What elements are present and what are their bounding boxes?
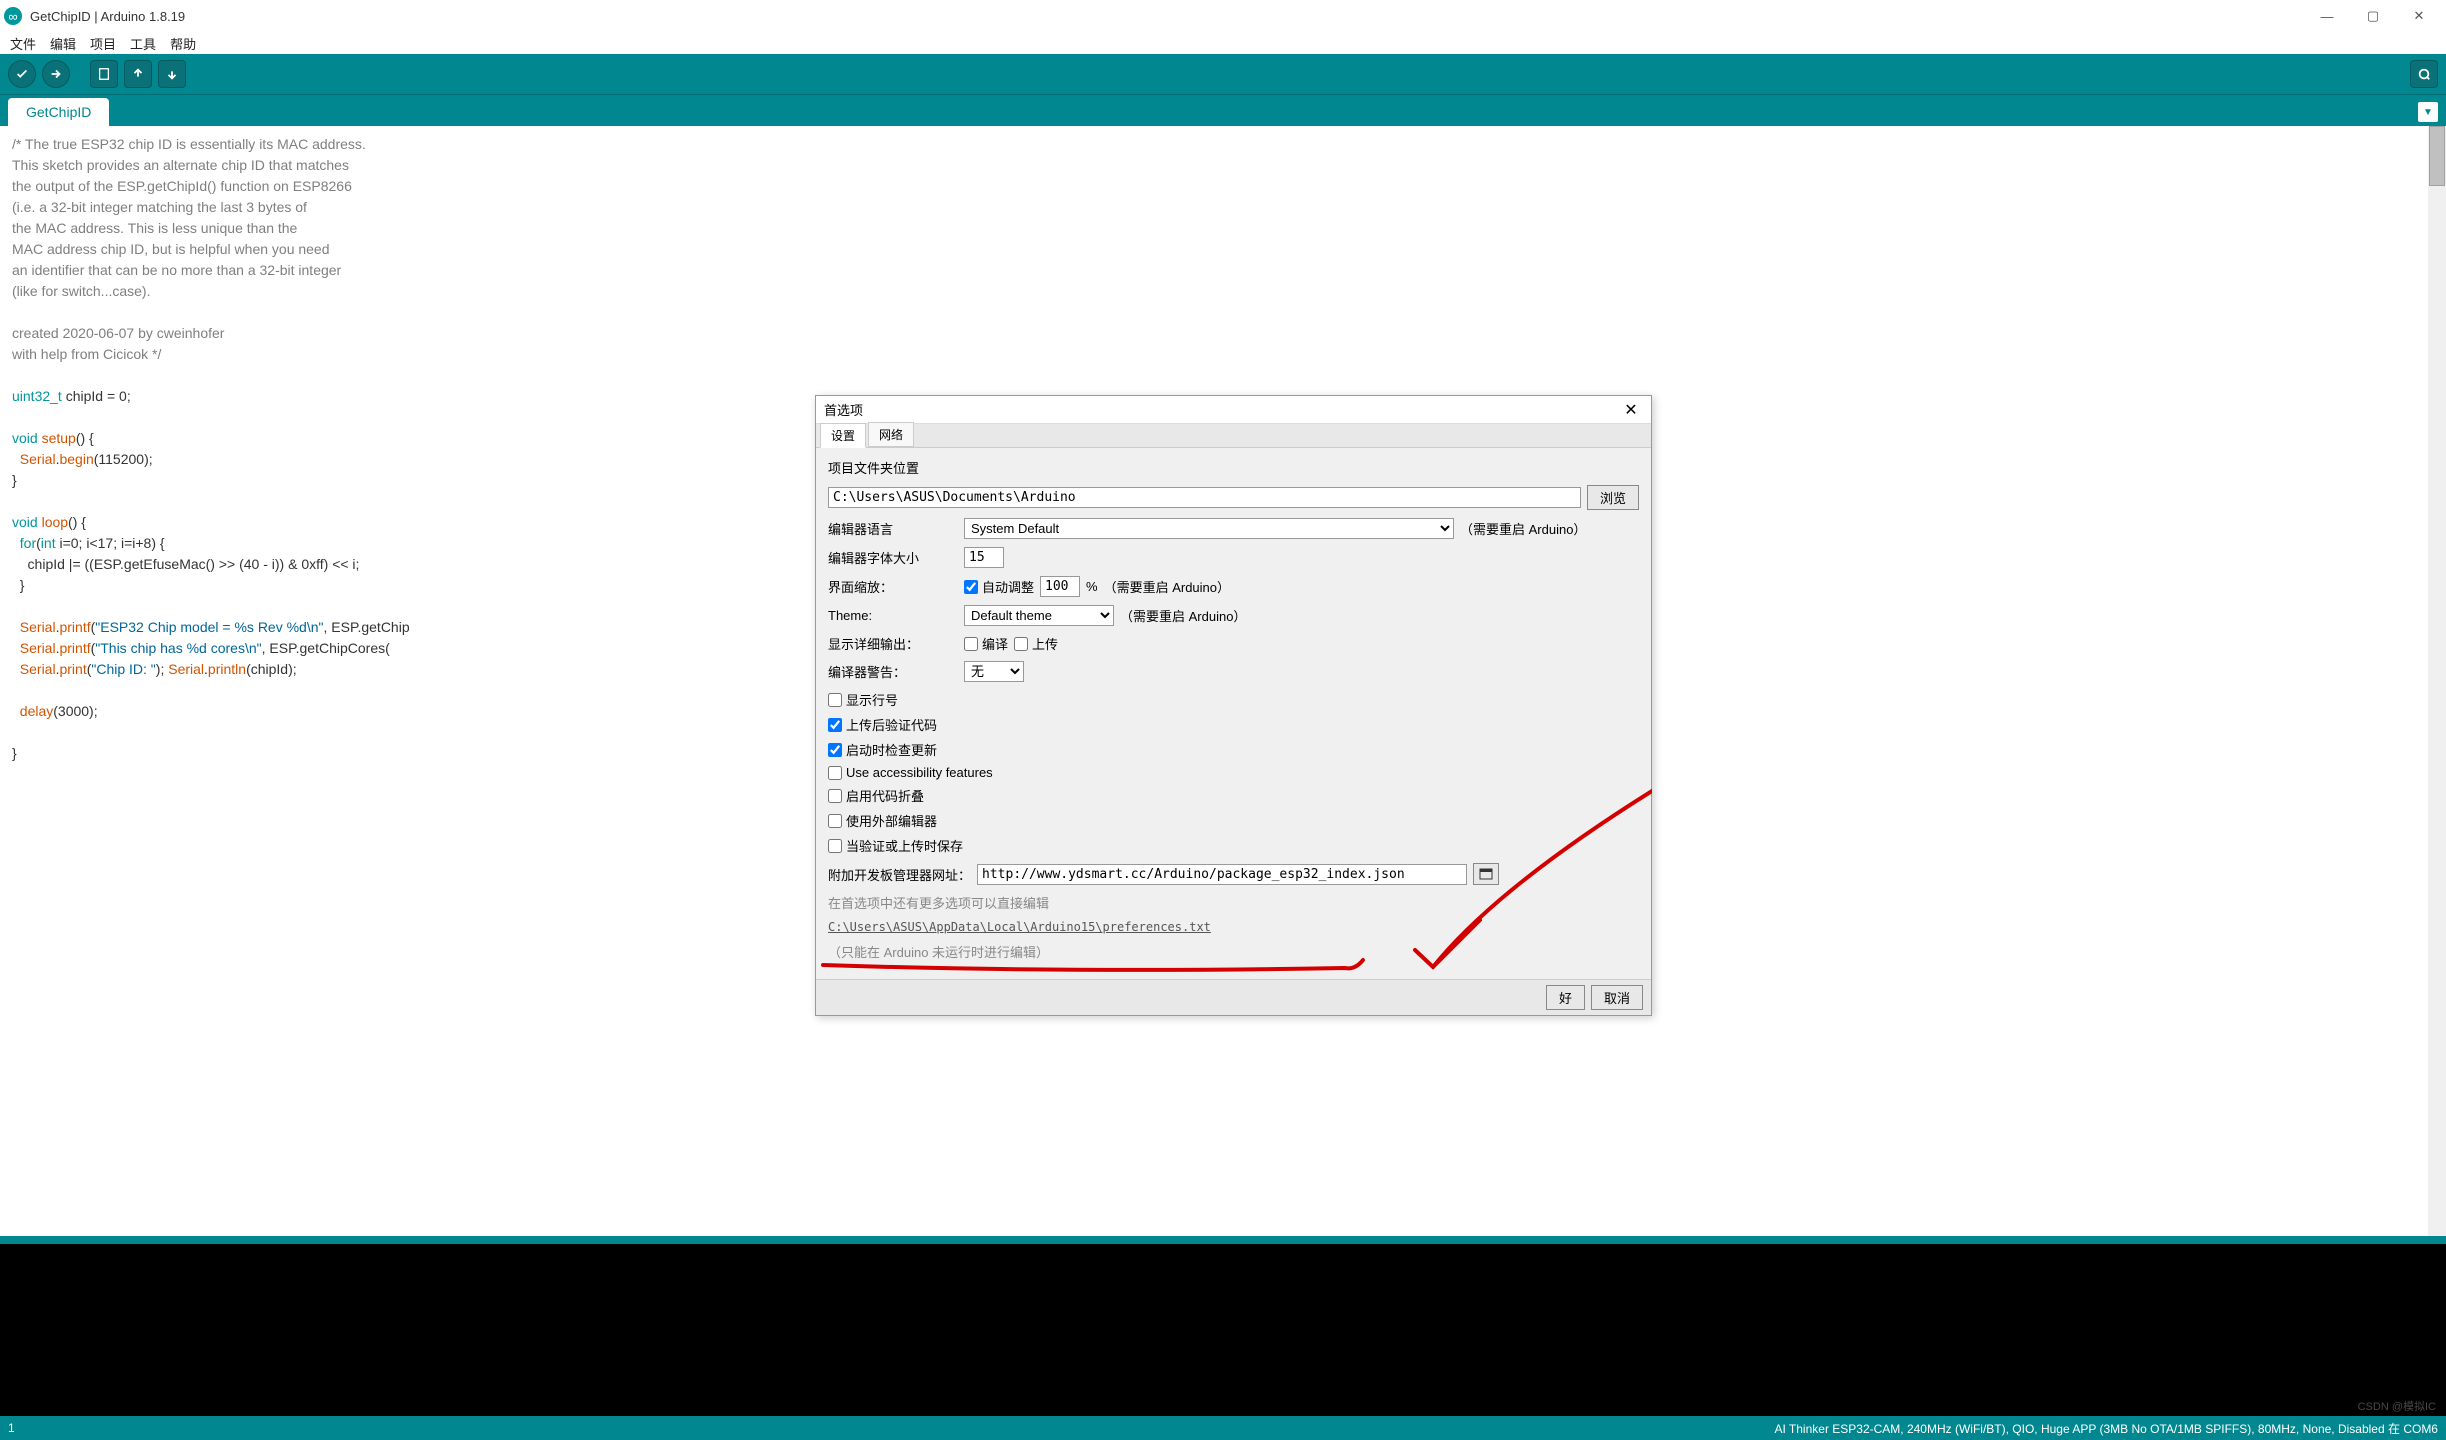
accessibility-checkbox[interactable] — [828, 766, 842, 780]
scale-value-input[interactable] — [1040, 576, 1080, 597]
editor-scrollbar[interactable] — [2428, 126, 2446, 1236]
preferences-dialog: 首选项 ✕ 设置 网络 项目文件夹位置 浏览 编辑器语言 System Defa… — [815, 395, 1652, 1016]
language-hint: （需要重启 Arduino） — [1460, 519, 1586, 538]
save-on-verify-checkbox[interactable] — [828, 839, 842, 853]
browse-button[interactable]: 浏览 — [1587, 485, 1639, 510]
window-title: GetChipID | Arduino 1.8.19 — [30, 9, 185, 24]
upload-button[interactable] — [42, 60, 70, 88]
boards-url-input[interactable] — [977, 864, 1467, 885]
tab-settings[interactable]: 设置 — [820, 423, 866, 448]
dialog-close-button[interactable]: ✕ — [1619, 398, 1643, 422]
console-output — [0, 1236, 2446, 1416]
close-button[interactable]: ✕ — [2396, 0, 2442, 32]
line-numbers-checkbox[interactable] — [828, 693, 842, 707]
verify-upload-checkbox[interactable] — [828, 718, 842, 732]
new-button[interactable] — [90, 60, 118, 88]
warnings-select[interactable]: 无 — [964, 661, 1024, 682]
scroll-thumb[interactable] — [2429, 126, 2445, 186]
scale-auto-checkbox[interactable] — [964, 580, 978, 594]
language-label: 编辑器语言 — [828, 519, 958, 538]
cancel-button[interactable]: 取消 — [1591, 985, 1643, 1010]
theme-label: Theme: — [828, 608, 958, 623]
verbose-compile-checkbox[interactable] — [964, 637, 978, 651]
tab-network[interactable]: 网络 — [868, 422, 914, 447]
boards-url-expand-button[interactable] — [1473, 863, 1499, 885]
status-board-info: AI Thinker ESP32-CAM, 240MHz (WiFi/BT), … — [1774, 1420, 2438, 1437]
code-folding-checkbox[interactable] — [828, 789, 842, 803]
watermark: CSDN @模拟IC — [2358, 1398, 2436, 1414]
verbose-label: 显示详细输出： — [828, 634, 958, 653]
verify-button[interactable] — [8, 60, 36, 88]
sketch-location-label: 项目文件夹位置 — [828, 458, 919, 477]
scale-label: 界面缩放： — [828, 577, 958, 596]
status-line-number: 1 — [8, 1421, 15, 1435]
tab-getchipid[interactable]: GetChipID — [8, 98, 109, 126]
check-update-checkbox[interactable] — [828, 743, 842, 757]
window-titlebar: ∞ GetChipID | Arduino 1.8.19 — ▢ ✕ — [0, 0, 2446, 32]
tabstrip: GetChipID ▼ — [0, 94, 2446, 126]
menu-project[interactable]: 项目 — [84, 34, 122, 53]
serial-monitor-button[interactable] — [2410, 60, 2438, 88]
menu-edit[interactable]: 编辑 — [44, 34, 82, 53]
theme-select[interactable]: Default theme — [964, 605, 1114, 626]
theme-hint: （需要重启 Arduino） — [1120, 606, 1246, 625]
save-button[interactable] — [158, 60, 186, 88]
external-editor-checkbox[interactable] — [828, 814, 842, 828]
menubar: 文件 编辑 项目 工具 帮助 — [0, 32, 2446, 54]
scale-hint: （需要重启 Arduino） — [1104, 577, 1230, 596]
language-select[interactable]: System Default — [964, 518, 1454, 539]
edit-hint: （只能在 Arduino 未运行时进行编辑） — [828, 942, 1049, 961]
menu-tools[interactable]: 工具 — [124, 34, 162, 53]
toolbar — [0, 54, 2446, 94]
app-icon: ∞ — [4, 7, 22, 25]
font-size-label: 编辑器字体大小 — [828, 548, 958, 567]
statusbar: 1 AI Thinker ESP32-CAM, 240MHz (WiFi/BT)… — [0, 1416, 2446, 1440]
font-size-input[interactable] — [964, 547, 1004, 568]
tab-menu-button[interactable]: ▼ — [2418, 102, 2438, 122]
warnings-label: 编译器警告： — [828, 662, 958, 681]
dialog-title: 首选项 — [824, 400, 863, 419]
menu-file[interactable]: 文件 — [4, 34, 42, 53]
verbose-upload-checkbox[interactable] — [1014, 637, 1028, 651]
minimize-button[interactable]: — — [2304, 0, 2350, 32]
menu-help[interactable]: 帮助 — [164, 34, 202, 53]
dialog-titlebar: 首选项 ✕ — [816, 396, 1651, 424]
dialog-tabs: 设置 网络 — [816, 424, 1651, 448]
open-button[interactable] — [124, 60, 152, 88]
boards-url-label: 附加开发板管理器网址： — [828, 865, 971, 884]
more-prefs-hint: 在首选项中还有更多选项可以直接编辑 — [828, 893, 1049, 912]
sketch-location-input[interactable] — [828, 487, 1581, 508]
maximize-button[interactable]: ▢ — [2350, 0, 2396, 32]
ok-button[interactable]: 好 — [1546, 985, 1585, 1010]
prefs-file-link[interactable]: C:\Users\ASUS\AppData\Local\Arduino15\pr… — [828, 920, 1211, 934]
